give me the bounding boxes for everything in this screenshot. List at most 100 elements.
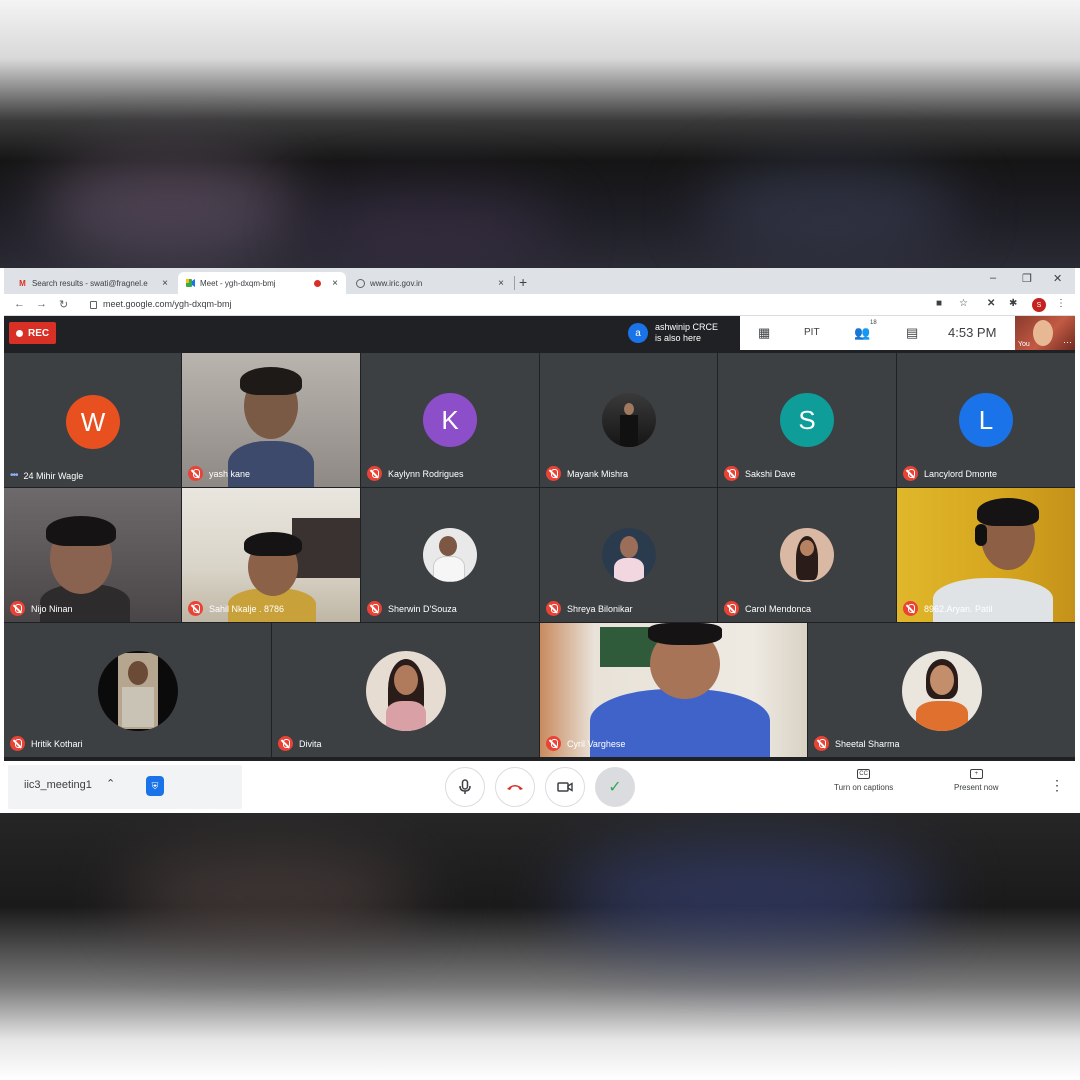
chat-icon[interactable]: ▤ [906, 325, 918, 341]
profile-photo [902, 651, 982, 731]
forward-arrow-icon[interactable]: → [36, 298, 47, 310]
mic-off-icon [546, 736, 561, 751]
self-view-more-icon[interactable]: ⋯ [1063, 337, 1072, 348]
mic-off-icon [546, 601, 561, 616]
participant-tile[interactable]: L Lancylord Dmonte [897, 353, 1075, 487]
blurred-background-bottom [0, 813, 1080, 1080]
join-notification: a ashwinip CRCE is also here [622, 317, 740, 349]
participant-name: Sahil Nkalje . 8786 [209, 603, 285, 614]
participant-tile[interactable]: yash kane [182, 353, 360, 487]
meeting-details-panel[interactable]: iic3_meeting1 ⌃ ⛨ [8, 765, 242, 809]
mic-off-icon [724, 466, 739, 481]
meet-top-bar: REC a ashwinip CRCE is also here ▦ PIT 👥… [4, 316, 1075, 351]
captions-icon: CC [857, 769, 871, 779]
person-hair [648, 623, 722, 645]
participant-tile[interactable]: Sahil Nkalje . 8786 [182, 488, 360, 622]
lock-icon [90, 301, 97, 309]
participant-name: 8962.Aryan. Patil [924, 603, 993, 614]
globe-icon [356, 278, 365, 288]
captions-button[interactable]: CC Turn on captions [834, 769, 893, 792]
participant-tile[interactable]: Divita [272, 623, 539, 757]
participant-tile[interactable]: 8962.Aryan. Patil [897, 488, 1075, 622]
notification-line2: is also here [655, 333, 702, 343]
tab-search-results[interactable]: M Search results - swati@fragnel.e × [10, 272, 176, 294]
tab-iric[interactable]: www.iric.gov.in × [348, 272, 512, 294]
profile-avatar[interactable]: S [1032, 298, 1046, 312]
bookmark-star-icon[interactable]: ☆ [959, 298, 968, 309]
minimize-icon[interactable]: – [990, 272, 996, 284]
more-options-icon[interactable]: ⋮ [1050, 777, 1064, 794]
mic-off-icon [546, 466, 561, 481]
tab-label: Meet - ygh-dxqm-bmj [200, 278, 276, 288]
background-shelf [292, 518, 360, 578]
meet-icon [186, 279, 195, 288]
participant-tile[interactable]: Shreya Bilonikar [540, 488, 717, 622]
mic-off-icon [903, 601, 918, 616]
speaking-indicator-icon: ••• [10, 470, 18, 481]
close-window-icon[interactable]: ✕ [1053, 272, 1062, 285]
check-icon: ✓ [608, 779, 622, 796]
layout-grid-icon[interactable]: ▦ [758, 325, 770, 341]
people-icon[interactable]: 👥 [854, 325, 870, 341]
close-tab-icon[interactable]: × [332, 278, 338, 289]
participant-tile[interactable]: Sheetal Sharma [808, 623, 1075, 757]
tab-label: Search results - swati@fragnel.e [31, 278, 148, 288]
mic-off-icon [724, 601, 739, 616]
mic-off-icon [367, 601, 382, 616]
pin-tile-icon[interactable]: PIT [804, 327, 820, 338]
participant-tile[interactable]: Mayank Mishra [540, 353, 717, 487]
present-screen-icon: + [969, 769, 983, 779]
participant-tile[interactable]: W ••• 24 Mihir Wagle [4, 353, 181, 487]
profile-photo [780, 528, 834, 582]
self-view-tile[interactable]: You ⋯ [1015, 316, 1075, 350]
chevron-up-icon[interactable]: ⌃ [106, 777, 115, 790]
participant-name: yash kane [209, 468, 251, 479]
notification-line1: ashwinip CRCE [655, 322, 719, 332]
participant-tile[interactable]: K Kaylynn Rodrigues [361, 353, 539, 487]
extension-x-icon[interactable]: ✕ [987, 298, 995, 309]
participant-name: Hritik Kothari [31, 738, 83, 749]
tab-separator [514, 276, 515, 290]
tab-strip: M Search results - swati@fragnel.e × Mee… [4, 268, 1075, 294]
profile-photo [602, 528, 656, 582]
participant-tile[interactable]: Hritik Kothari [4, 623, 271, 757]
microphone-button[interactable] [445, 767, 485, 807]
participant-tile[interactable]: Sherwin D'Souza [361, 488, 539, 622]
meet-top-panel: ▦ PIT 👥 18 ▤ 4:53 PM [740, 316, 1015, 350]
camera-icon [557, 782, 573, 792]
presenting-check-button[interactable]: ✓ [595, 767, 635, 807]
profile-photo [602, 393, 656, 447]
url-field[interactable]: meet.google.com/ygh-dxqm-bmj [90, 299, 232, 309]
record-dot-icon [16, 329, 23, 337]
close-tab-icon[interactable]: × [498, 278, 504, 289]
mic-off-icon [367, 466, 382, 481]
tab-label: www.iric.gov.in [370, 278, 423, 288]
notification-avatar: a [628, 323, 648, 343]
self-face [1033, 320, 1053, 346]
participant-tile[interactable]: Carol Mendonca [718, 488, 896, 622]
tab-meet[interactable]: Meet - ygh-dxqm-bmj × [178, 272, 346, 294]
participant-tile[interactable]: Nijo Ninan [4, 488, 181, 622]
restore-icon[interactable]: ❐ [1022, 272, 1032, 285]
camera-button[interactable] [545, 767, 585, 807]
person-hair [46, 516, 116, 546]
shield-icon[interactable]: ⛨ [146, 776, 164, 796]
url-text: meet.google.com/ygh-dxqm-bmj [103, 299, 232, 309]
extensions-puzzle-icon[interactable]: ✱ [1009, 298, 1017, 309]
back-arrow-icon[interactable]: ← [14, 298, 25, 310]
present-now-button[interactable]: + Present now [954, 769, 998, 792]
participant-tile[interactable]: S Sakshi Dave [718, 353, 896, 487]
camera-indicator-icon[interactable]: ■ [936, 298, 942, 309]
participant-name: Shreya Bilonikar [567, 603, 633, 614]
reload-icon[interactable]: ↻ [59, 298, 68, 311]
browser-menu-icon[interactable]: ⋮ [1056, 298, 1066, 309]
rec-label: REC [28, 327, 50, 339]
participant-name: 24 Mihir Wagle [23, 470, 84, 481]
leave-call-button[interactable] [495, 767, 535, 807]
participant-tile[interactable]: Cyril Varghese [540, 623, 807, 757]
participant-name: Kaylynn Rodrigues [388, 468, 464, 479]
new-tab-icon[interactable]: + [519, 274, 527, 290]
person-hair [977, 498, 1039, 526]
mic-off-icon [10, 736, 25, 751]
close-tab-icon[interactable]: × [162, 278, 168, 289]
